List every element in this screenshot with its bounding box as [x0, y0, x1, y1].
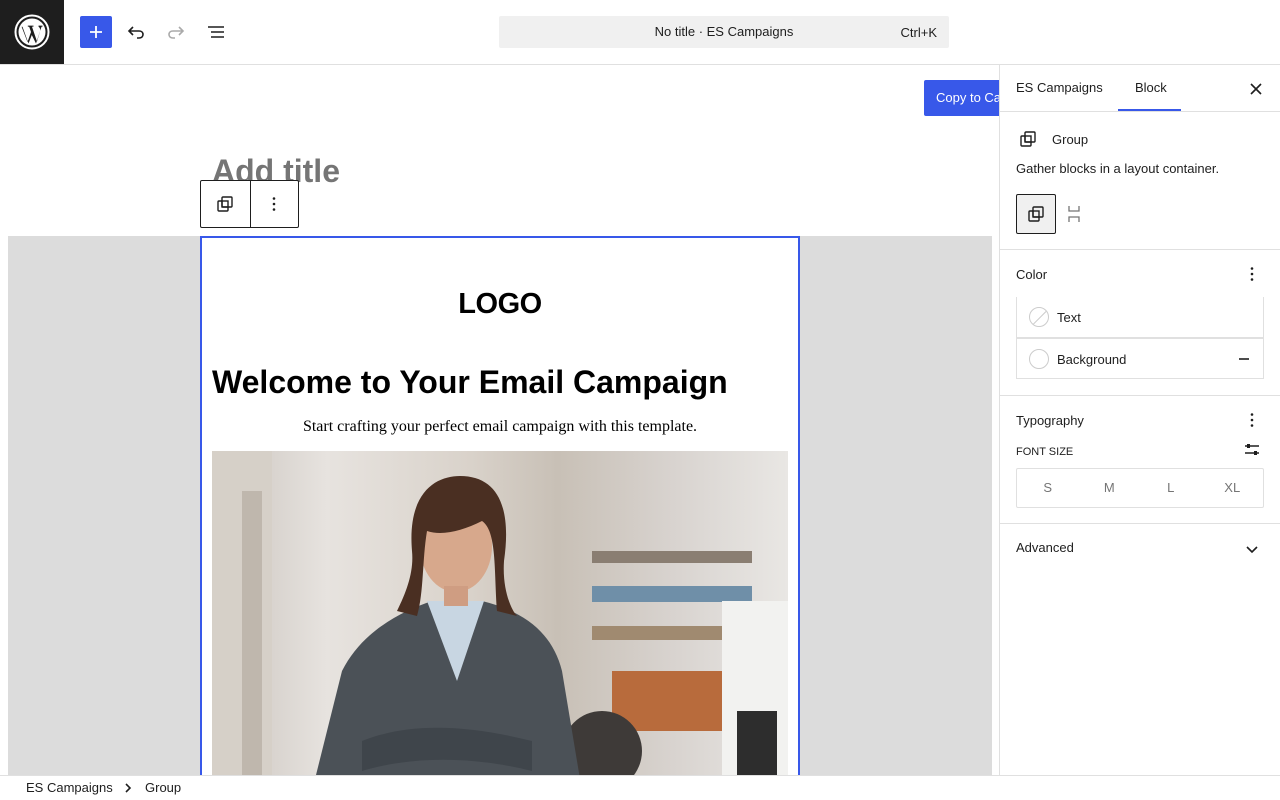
- group-icon: [217, 196, 233, 212]
- color-options-button[interactable]: [1240, 262, 1264, 286]
- more-vertical-icon: [272, 197, 276, 211]
- color-item-background[interactable]: Background: [1016, 338, 1264, 379]
- email-heading[interactable]: Welcome to Your Email Campaign: [212, 364, 728, 401]
- breadcrumb-item-group[interactable]: Group: [145, 780, 181, 795]
- tab-block[interactable]: Block: [1135, 80, 1167, 95]
- plus-icon: [90, 26, 102, 38]
- businesswoman-photo: [212, 451, 788, 775]
- typography-panel: Typography FONT SIZE S M L XL: [1000, 396, 1280, 524]
- undo-button[interactable]: [120, 16, 152, 48]
- redo-icon: [168, 26, 185, 39]
- active-tab-indicator: [1118, 109, 1181, 111]
- document-title: No title · ES Campaigns: [654, 24, 794, 39]
- editor-header: No title · ES Campaigns Ctrl+K: [0, 0, 1280, 65]
- font-size-small[interactable]: S: [1017, 469, 1079, 507]
- block-card: Group Gather blocks in a layout containe…: [1000, 112, 1280, 250]
- copy-to-campaign-button[interactable]: Copy to Ca: [924, 80, 999, 116]
- settings-sidebar: ES Campaigns Block Group Gather blocks i…: [999, 65, 1280, 775]
- group-icon: [1020, 131, 1036, 147]
- hero-image[interactable]: [212, 451, 788, 775]
- stack-variation-button[interactable]: [1058, 194, 1090, 234]
- block-name: Group: [1052, 132, 1089, 147]
- color-panel-title: Color: [1016, 267, 1048, 282]
- tab-es-campaigns[interactable]: ES Campaigns: [1016, 80, 1103, 95]
- typography-options-button[interactable]: [1240, 408, 1264, 432]
- block-toolbar: [200, 180, 299, 228]
- breadcrumb-item-es-campaigns[interactable]: ES Campaigns: [26, 780, 113, 795]
- block-type-button[interactable]: [201, 181, 250, 227]
- chevron-right-icon: [125, 783, 132, 793]
- chevron-down-icon: [1246, 546, 1258, 554]
- more-vertical-icon: [1250, 267, 1254, 281]
- block-options-button[interactable]: [249, 181, 299, 227]
- advanced-panel-title: Advanced: [1016, 540, 1074, 555]
- add-block-button[interactable]: [80, 16, 112, 48]
- reset-minus-icon[interactable]: [1237, 352, 1251, 366]
- font-size-picker: S M L XL: [1016, 468, 1264, 508]
- command-shortcut: Ctrl+K: [900, 25, 937, 40]
- sidebar-tabs: ES Campaigns Block: [1000, 65, 1280, 112]
- wordpress-icon: [14, 14, 50, 50]
- close-icon: [1250, 83, 1262, 95]
- document-overview-button[interactable]: [200, 16, 232, 48]
- command-palette-bar[interactable]: No title · ES Campaigns Ctrl+K: [499, 16, 949, 48]
- color-panel: Color Text Background: [1000, 250, 1280, 396]
- group-icon: [1028, 206, 1044, 222]
- empty-swatch-icon: [1029, 307, 1049, 327]
- font-size-xlarge[interactable]: XL: [1202, 469, 1264, 507]
- advanced-panel[interactable]: Advanced: [1000, 524, 1280, 572]
- list-view-icon: [208, 26, 224, 38]
- typography-panel-title: Typography: [1016, 413, 1084, 428]
- settings-sliders-icon: [1245, 444, 1259, 455]
- more-vertical-icon: [1250, 413, 1254, 427]
- block-breadcrumb: ES Campaigns Group: [0, 775, 1280, 800]
- font-size-medium[interactable]: M: [1079, 469, 1141, 507]
- group-variation-button[interactable]: [1016, 194, 1056, 234]
- custom-font-size-button[interactable]: [1242, 440, 1262, 460]
- block-description: Gather blocks in a layout container.: [1016, 161, 1220, 176]
- color-item-text[interactable]: Text: [1016, 297, 1264, 338]
- group-block-selected[interactable]: LOGO Welcome to Your Email Campaign Star…: [200, 236, 800, 775]
- email-paragraph[interactable]: Start crafting your perfect email campai…: [202, 418, 798, 436]
- stack-icon: [1068, 206, 1080, 222]
- color-item-label: Text: [1057, 310, 1081, 325]
- email-logo[interactable]: LOGO: [202, 288, 798, 321]
- undo-icon: [127, 26, 144, 39]
- editor-canvas: Add title LOGO Welcome to Your Email Cam…: [0, 65, 999, 775]
- color-item-label: Background: [1057, 352, 1127, 367]
- wordpress-logo-button[interactable]: [0, 0, 64, 64]
- font-size-large[interactable]: L: [1140, 469, 1202, 507]
- white-swatch-icon: [1029, 349, 1049, 369]
- redo-button[interactable]: [160, 16, 192, 48]
- close-sidebar-button[interactable]: [1244, 77, 1268, 101]
- font-size-label: FONT SIZE: [1016, 446, 1074, 458]
